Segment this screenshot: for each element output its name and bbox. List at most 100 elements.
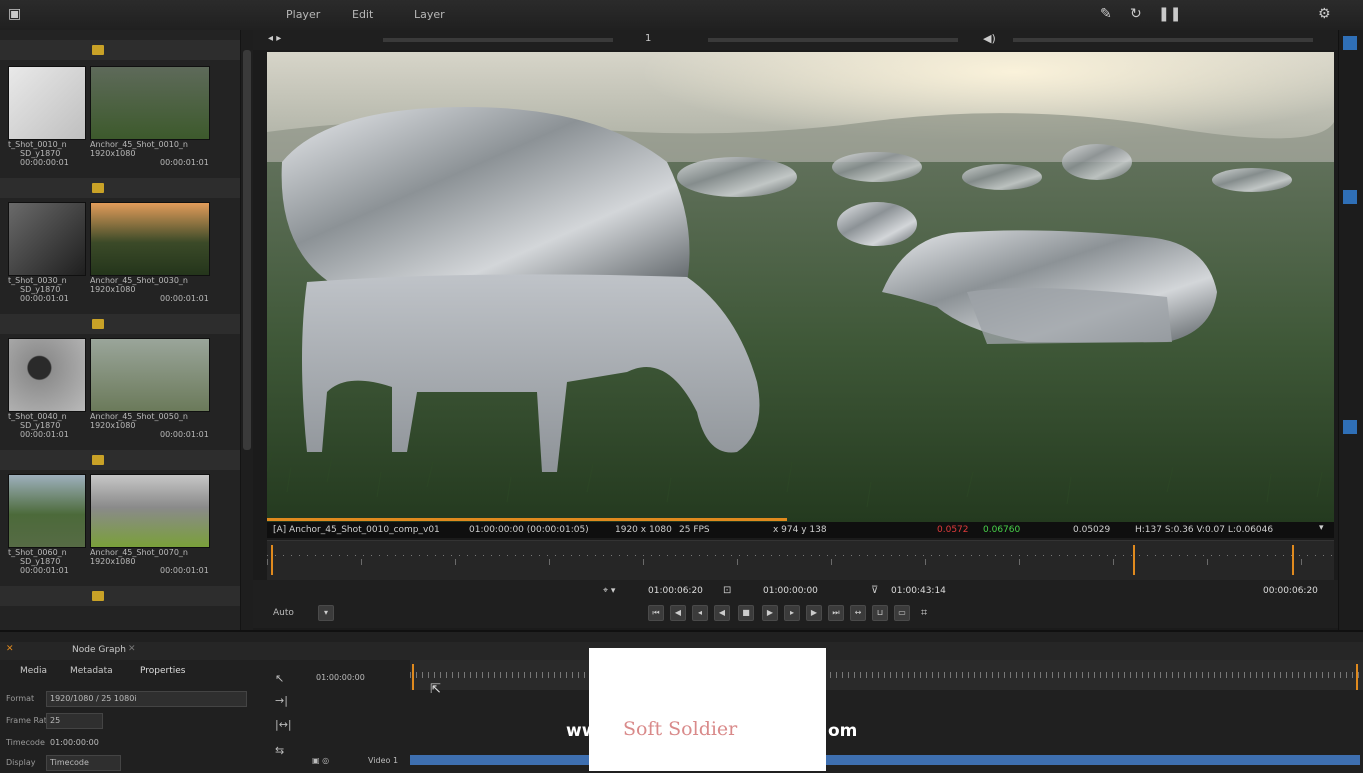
tab-metadata[interactable]: Metadata (70, 666, 113, 676)
timecode-out[interactable]: 01:00:43:14 (891, 586, 946, 596)
select-tool-icon[interactable]: ↖ (275, 672, 284, 685)
info-value-b: 0.05029 (1073, 525, 1111, 535)
info-fps: 25 FPS (679, 525, 710, 535)
folder-icon[interactable] (92, 591, 104, 601)
in-point-marker[interactable] (271, 545, 273, 575)
refresh-icon[interactable]: ↻ (1130, 6, 1142, 22)
info-value-g: 0.06760 (983, 525, 1021, 535)
step-forward-button[interactable]: ▸ (784, 605, 800, 621)
viewer-timeline[interactable] (267, 540, 1334, 581)
prev-edit-button[interactable]: ◀ (670, 605, 686, 621)
clip-thumbnail[interactable] (90, 474, 210, 548)
track-select-icon[interactable]: →| (275, 694, 288, 707)
clip-tc: 00:00:01:01 (20, 566, 69, 575)
tab-media[interactable]: Media (20, 666, 47, 676)
zoom-icon[interactable]: ⌖ ▾ (603, 586, 615, 596)
out-point-marker[interactable] (1292, 545, 1294, 575)
dropdown-arrow-icon[interactable]: ▾ (1319, 523, 1324, 533)
menu-bar: ▣ Player Edit Layer ✎ ↻ ❚❚ ⚙ (0, 0, 1363, 31)
clip-thumbnail[interactable] (90, 202, 210, 276)
watermark-text-right: om (828, 721, 858, 741)
volume-slider[interactable] (1013, 38, 1313, 42)
timecode-current[interactable]: 01:00:00:00 (763, 586, 818, 596)
clip-name: Anchor_45_Shot_0030_n (90, 276, 188, 285)
next-edit-button[interactable]: ▶ (806, 605, 822, 621)
go-to-start-button[interactable]: ⏮ (648, 605, 664, 621)
app-icon[interactable]: ▣ (8, 6, 21, 22)
watermark-brand: Soft Soldier (623, 718, 738, 740)
video-track-controls-icon[interactable]: ▣ ◎ (312, 756, 329, 765)
clip-tc: 00:00:01:01 (160, 158, 209, 167)
viewer-frame[interactable] (267, 52, 1334, 522)
clip-thumbnail[interactable] (8, 474, 86, 548)
info-timecode: 01:00:00:00 (00:00:01:05) (469, 525, 589, 535)
menu-layer[interactable]: Layer (414, 8, 445, 21)
tab-close-icon[interactable]: ✕ (128, 644, 136, 654)
play-backward-button[interactable]: ◀ (714, 605, 730, 621)
play-forward-button[interactable]: ▶ (762, 605, 778, 621)
media-bin: t_Shot_0010_n Anchor_45_Shot_0010_n SD_y… (0, 30, 241, 630)
folder-icon[interactable] (92, 45, 104, 55)
sequence-timeline-ruler[interactable] (410, 660, 1363, 690)
sequence-out-marker[interactable] (1356, 664, 1358, 690)
volume-icon[interactable]: ◀) (983, 32, 996, 45)
nav-arrows-icon[interactable]: ◂ ▸ (268, 33, 281, 44)
video-track-clip[interactable] (410, 755, 1360, 765)
fullscreen-button[interactable]: ▭ (894, 605, 910, 621)
tab-node-graph[interactable]: Node Graph (72, 645, 126, 655)
panel-toggle-icon[interactable] (1343, 420, 1357, 434)
timeline-ticks (267, 555, 1334, 556)
loop-button[interactable]: ↔ (850, 605, 866, 621)
timeline-major-ticks (267, 559, 1334, 565)
gain-slider[interactable] (708, 38, 958, 42)
wipe-slider[interactable] (383, 38, 613, 42)
transport-controls: Auto ▾ ⌖ ▾ 01:00:06:20 ⊡ 01:00:00:00 ⊽ 0… (253, 580, 1338, 628)
step-back-button[interactable]: ◂ (692, 605, 708, 621)
timecode-in[interactable]: 01:00:06:20 (648, 586, 703, 596)
mark-button[interactable]: ⊔ (872, 605, 888, 621)
panel-toggle-icon[interactable] (1343, 190, 1357, 204)
stop-button[interactable]: ■ (738, 605, 754, 621)
clip-thumbnail[interactable] (90, 66, 210, 140)
format-dropdown[interactable]: 1920/1080 / 25 1080i (46, 691, 247, 707)
out-point-icon[interactable]: ⊽ (871, 585, 878, 596)
info-coords: x 974 y 138 (773, 525, 827, 535)
settings-icon[interactable]: ⚙ (1318, 6, 1331, 22)
folder-icon[interactable] (92, 319, 104, 329)
audio-dropdown[interactable]: ▾ (318, 605, 334, 621)
pause-icon[interactable]: ❚❚ (1158, 6, 1181, 22)
frame-counter: 1 (645, 33, 652, 44)
frame-rate-dropdown[interactable]: 25 (46, 713, 103, 729)
crop-icon[interactable]: ⌗ (921, 606, 927, 620)
clip-tc: 00:00:01:01 (20, 430, 69, 439)
field-label-display: Display (6, 758, 36, 767)
clip-thumbnail[interactable] (90, 338, 210, 412)
trim-tool-icon[interactable]: |↔| (275, 718, 292, 731)
right-toolbar (1338, 30, 1363, 630)
tab-properties[interactable]: Properties (140, 666, 185, 676)
display-dropdown[interactable]: Timecode (46, 755, 121, 771)
go-to-end-button[interactable]: ⏭ (828, 605, 844, 621)
clip-thumbnail[interactable] (8, 338, 86, 412)
sequence-playhead[interactable] (412, 664, 414, 690)
clip-name: Anchor_45_Shot_0050_n (90, 412, 188, 421)
panel-close-icon[interactable]: ✕ (6, 644, 14, 654)
clip-thumbnail[interactable] (8, 66, 86, 140)
clip-thumbnail[interactable] (8, 202, 86, 276)
bin-folder-row (0, 178, 240, 198)
folder-icon[interactable] (92, 183, 104, 193)
timecode-field[interactable]: 01:00:00:00 (46, 735, 131, 751)
clip-meta: SD_y1870 (20, 285, 61, 294)
info-hsv: H:137 S:0.36 V:0.07 L:0.06046 (1135, 525, 1274, 535)
menu-player[interactable]: Player (286, 8, 320, 21)
bin-scrollbar[interactable] (241, 30, 253, 630)
pencil-icon[interactable]: ✎ (1100, 6, 1112, 22)
panel-toggle-icon[interactable] (1343, 36, 1357, 50)
scroll-thumb[interactable] (243, 50, 251, 450)
folder-icon[interactable] (92, 455, 104, 465)
slip-tool-icon[interactable]: ⇆ (275, 744, 284, 757)
in-point-icon[interactable]: ⊡ (723, 585, 731, 596)
viewer-info-bar: [A] Anchor_45_Shot_0010_comp_v01 01:00:0… (267, 522, 1334, 538)
menu-edit[interactable]: Edit (352, 8, 373, 21)
playhead[interactable] (1133, 545, 1135, 575)
